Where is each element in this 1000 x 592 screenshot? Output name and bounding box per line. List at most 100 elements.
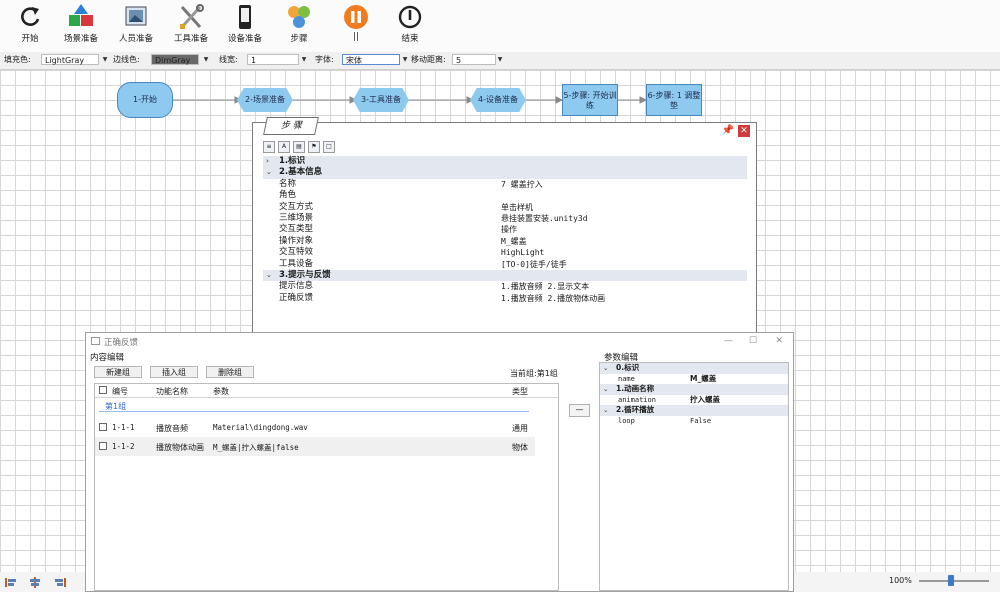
line-width-select[interactable]: 1 xyxy=(247,54,299,65)
tools-icon xyxy=(176,3,206,31)
categorized-icon[interactable]: ≡ xyxy=(263,141,275,153)
main-toolbar: 开始 场景准备 人员准备 工具准备 设备准备 步骤 || 结束 xyxy=(0,0,1000,53)
flow-node-start[interactable]: 1-开始 xyxy=(117,82,173,118)
property-category[interactable]: ⌄ 2.基本信息 xyxy=(263,167,747,179)
end-label: 结束 xyxy=(401,34,419,44)
dialog-title: 正确反馈 xyxy=(104,338,139,348)
stop-icon xyxy=(395,3,425,31)
flow-node-device-prep[interactable]: 4-设备准备 xyxy=(470,88,526,112)
device-icon xyxy=(230,3,260,31)
properties-panel-title: 步 骤 xyxy=(263,117,319,135)
table-row[interactable]: 1-1-1 播放音频 Material\dingdong.wav 通用 xyxy=(95,418,535,437)
border-color-select[interactable]: DimGray xyxy=(151,54,199,65)
property-row[interactable]: 三维场景 悬挂装置安装.unity3d xyxy=(263,213,747,224)
zoom-level: 100% xyxy=(889,576,912,585)
personnel-prep-button[interactable]: 人员准备 xyxy=(106,3,166,44)
param-row[interactable]: loop False xyxy=(600,416,788,427)
tool-prep-label: 工具准备 xyxy=(173,34,208,44)
param-row[interactable]: name M_螺盖 xyxy=(600,374,788,385)
param-category[interactable]: ⌄ 0.标识 xyxy=(600,363,788,374)
property-grid-toolbar: ≡ A ▤ ⚑ □ xyxy=(263,141,338,155)
pause-button[interactable]: || xyxy=(326,3,386,42)
row-checkbox[interactable] xyxy=(99,423,107,431)
font-select[interactable]: 宋体 xyxy=(342,54,400,65)
chevron-down-icon[interactable]: ▼ xyxy=(400,54,410,65)
scene-prep-button[interactable]: 场景准备 xyxy=(51,3,111,44)
tool-prep-button[interactable]: 工具准备 xyxy=(161,3,221,44)
property-category[interactable]: › 1.标识 xyxy=(263,156,747,168)
align-left-icon[interactable] xyxy=(5,577,17,588)
flow-node-tool-prep[interactable]: 3-工具准备 xyxy=(353,88,409,112)
property-row[interactable]: 正确反馈 1.播放音频 2.播放物体动画 xyxy=(263,293,747,304)
close-icon[interactable]: ✕ xyxy=(775,336,783,346)
property-row[interactable]: 角色 xyxy=(263,190,747,201)
pin-icon[interactable]: 📌 xyxy=(722,125,734,136)
param-category[interactable]: ⌄ 1.动画名称 xyxy=(600,384,788,395)
correct-feedback-dialog: 正确反馈 — ☐ ✕ 内容编辑 参数编辑 新建组 插入组 删除组 当前组:第1组… xyxy=(85,332,794,592)
steps-icon xyxy=(284,3,314,31)
table-row[interactable]: 1-1-2 播放物体动画 M_螺盖|拧入螺盖|false 物体 xyxy=(95,437,535,456)
header-function: 功能名称 xyxy=(156,387,188,396)
end-button[interactable]: 结束 xyxy=(380,3,440,44)
chevron-down-icon[interactable]: ▼ xyxy=(495,54,505,65)
chevron-down-icon: ⌄ xyxy=(266,270,272,279)
flow-node-step-start-training[interactable]: 5-步骤: 开始训练 xyxy=(562,84,618,116)
property-row[interactable]: 名称 7 螺盖拧入 xyxy=(263,179,747,190)
chevron-down-icon: ⌄ xyxy=(603,406,609,414)
feedback-table: 编号 功能名称 参数 类型 第1组 1-1-1 播放音频 Material\di… xyxy=(94,383,559,591)
property-category[interactable]: ⌄ 3.提示与反馈 xyxy=(263,269,747,282)
chevron-down-icon[interactable]: ▼ xyxy=(299,54,309,65)
fill-color-label: 填充色: xyxy=(4,55,31,64)
header-id: 编号 xyxy=(112,387,128,396)
param-row[interactable]: animation 拧入螺盖 xyxy=(600,395,788,406)
property-row[interactable]: 工具设备 [TO-0]徒手/徒手 xyxy=(263,259,747,270)
pages-icon[interactable]: □ xyxy=(323,141,335,153)
pause-label: || xyxy=(353,32,359,42)
bottom-left-toolbar xyxy=(0,572,85,592)
align-center-icon[interactable] xyxy=(29,577,41,588)
delete-group-button[interactable]: 删除组 xyxy=(206,366,254,378)
close-button[interactable]: ✕ xyxy=(738,125,750,137)
param-category[interactable]: ⌄ 2.循环播放 xyxy=(600,405,788,416)
maximize-icon[interactable]: ☐ xyxy=(749,336,757,346)
property-row[interactable]: 交互类型 操作 xyxy=(263,224,747,235)
person-picture-icon xyxy=(121,3,151,31)
device-prep-button[interactable]: 设备准备 xyxy=(215,3,275,44)
property-row[interactable]: 操作对象 M_螺盖 xyxy=(263,236,747,247)
current-group-label: 当前组:第1组 xyxy=(510,369,558,378)
chevron-down-icon: ⌄ xyxy=(603,385,609,393)
events-icon[interactable]: ⚑ xyxy=(308,141,320,153)
chevron-down-icon[interactable]: ▼ xyxy=(100,54,110,65)
zoom-slider-track[interactable] xyxy=(919,580,989,582)
table-header: 编号 功能名称 参数 类型 xyxy=(95,384,558,398)
fill-color-select[interactable]: LightGray xyxy=(41,54,99,65)
status-bar: 100% xyxy=(794,572,1000,592)
zoom-slider-thumb[interactable] xyxy=(947,575,954,586)
chevron-down-icon[interactable]: ▼ xyxy=(201,54,211,65)
remove-row-button[interactable]: — xyxy=(569,404,590,417)
insert-group-button[interactable]: 插入组 xyxy=(150,366,198,378)
pause-icon xyxy=(341,3,371,31)
flow-node-step-adjust[interactable]: 6-步骤: 1 调整垫 xyxy=(646,84,702,116)
personnel-prep-label: 人员准备 xyxy=(118,34,153,44)
window-icon xyxy=(91,337,100,345)
property-row[interactable]: 提示信息 1.播放音频 2.显示文本 xyxy=(263,281,747,292)
select-all-checkbox[interactable] xyxy=(99,386,107,394)
dialog-titlebar[interactable]: 正确反馈 — ☐ ✕ xyxy=(86,333,793,349)
line-width-label: 线宽: xyxy=(219,55,238,64)
steps-button[interactable]: 步骤 xyxy=(269,3,329,44)
align-right-icon[interactable] xyxy=(54,577,66,588)
properties-icon[interactable]: ▤ xyxy=(293,141,305,153)
header-param: 参数 xyxy=(213,387,229,396)
device-prep-label: 设备准备 xyxy=(227,34,262,44)
flow-node-scene-prep[interactable]: 2-场景准备 xyxy=(237,88,293,112)
content-edit-group-label: 内容编辑 xyxy=(90,353,125,363)
property-row[interactable]: 交互方式 单击样机 xyxy=(263,202,747,213)
alphabetical-icon[interactable]: A xyxy=(278,141,290,153)
move-distance-select[interactable]: 5 xyxy=(452,54,496,65)
new-group-button[interactable]: 新建组 xyxy=(94,366,142,378)
param-property-grid: ⌄ 0.标识 name M_螺盖 ⌄ 1.动画名称 animation 拧入螺盖 ⌄ 2.… xyxy=(599,362,789,591)
property-row[interactable]: 交互特效 HighLight xyxy=(263,247,747,258)
row-checkbox[interactable] xyxy=(99,442,107,450)
minimize-icon[interactable]: — xyxy=(724,336,733,346)
